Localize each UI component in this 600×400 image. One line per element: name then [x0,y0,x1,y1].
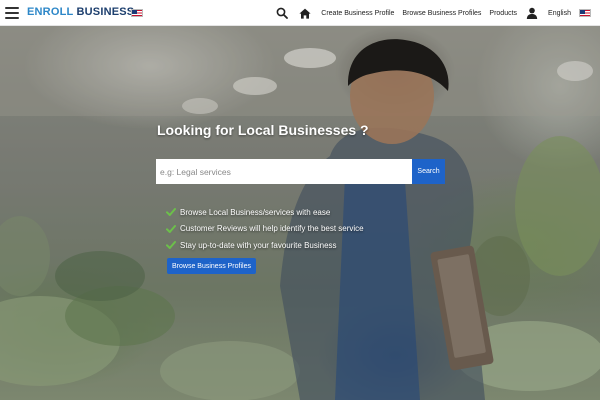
site-logo[interactable]: ENROLL BUSINESS [27,6,134,19]
nav-products[interactable]: Products [489,10,517,17]
feature-item: Browse Local Business/services with ease [166,204,364,221]
hamburger-menu-icon[interactable] [5,7,19,19]
nav-right: Create Business Profile Browse Business … [275,0,600,26]
top-navbar: ENROLL BUSINESS Create Business Profile … [0,0,600,26]
language-selector[interactable]: English [548,10,571,17]
us-flag-icon[interactable] [579,9,591,17]
checkmark-icon [166,241,176,250]
browse-business-profiles-button[interactable]: Browse Business Profiles [167,258,256,274]
feature-item: Stay up-to-date with your favourite Busi… [166,237,364,254]
us-flag-icon [131,9,143,17]
search-bar: Search [156,159,445,184]
logo-text-business: BUSINESS [76,6,135,18]
feature-item: Customer Reviews will help identify the … [166,221,364,238]
logo-text-enroll: ENROLL [27,6,74,18]
nav-browse-business-profiles[interactable]: Browse Business Profiles [402,10,481,17]
feature-text: Stay up-to-date with your favourite Busi… [180,240,337,250]
user-icon[interactable] [525,6,539,20]
hero-title: Looking for Local Businesses ? [157,122,369,138]
hero-banner: Looking for Local Businesses ? Search Br… [0,26,600,400]
search-button[interactable]: Search [412,159,445,184]
checkmark-icon [166,208,176,217]
search-input[interactable] [156,159,412,184]
feature-list: Browse Local Business/services with ease… [166,204,364,254]
search-icon[interactable] [275,6,289,20]
feature-text: Browse Local Business/services with ease [180,207,331,217]
feature-text: Customer Reviews will help identify the … [180,224,364,234]
checkmark-icon [166,224,176,233]
nav-create-business-profile[interactable]: Create Business Profile [321,10,394,17]
home-icon[interactable] [298,6,312,20]
